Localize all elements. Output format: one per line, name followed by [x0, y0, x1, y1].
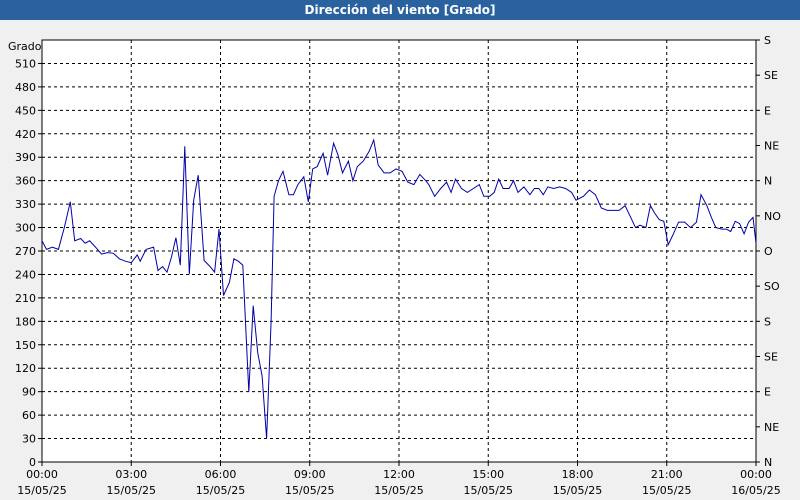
chart-title: Dirección del viento [Grado]	[0, 0, 800, 20]
x-tick-time: 00:00	[740, 468, 772, 481]
y-tick-label: 330	[15, 198, 36, 211]
x-tick-date: 15/05/25	[107, 484, 156, 497]
y-tick-label: 270	[15, 245, 36, 258]
y-tick-label: 510	[15, 57, 36, 70]
x-tick-time: 21:00	[651, 468, 683, 481]
y-axis-ticks: 0306090120150180210240270300330360390420…	[15, 57, 42, 469]
y-tick-label: 300	[15, 222, 36, 235]
right-tick-label: N	[764, 175, 772, 188]
right-axis-ticks: NNEESESSOONONNEESES	[756, 34, 781, 469]
right-tick-label: SO	[764, 280, 780, 293]
right-tick-label: E	[764, 386, 771, 399]
y-tick-label: 210	[15, 292, 36, 305]
x-tick-time: 06:00	[205, 468, 237, 481]
x-tick-date: 15/05/25	[464, 484, 513, 497]
right-tick-label: E	[764, 104, 771, 117]
right-tick-label: SE	[764, 351, 778, 364]
x-tick-date: 15/05/25	[553, 484, 602, 497]
right-tick-label: NE	[764, 140, 779, 153]
right-tick-label: SE	[764, 69, 778, 82]
right-tick-label: NE	[764, 421, 779, 434]
y-tick-label: 480	[15, 81, 36, 94]
x-tick-date: 15/05/25	[374, 484, 423, 497]
y-tick-label: 180	[15, 315, 36, 328]
x-tick-time: 00:00	[26, 468, 58, 481]
x-tick-date: 15/05/25	[17, 484, 66, 497]
right-tick-label: S	[764, 315, 771, 328]
x-tick-time: 09:00	[294, 468, 326, 481]
y-tick-label: 390	[15, 151, 36, 164]
right-tick-label: NO	[764, 210, 781, 223]
x-tick-time: 03:00	[115, 468, 147, 481]
x-tick-date: 16/05/25	[731, 484, 780, 497]
x-tick-date: 15/05/25	[642, 484, 691, 497]
y-tick-label: 360	[15, 175, 36, 188]
x-tick-time: 15:00	[472, 468, 504, 481]
right-tick-label: O	[764, 245, 773, 258]
wind-direction-chart: Grado 0306090120150180210240270300330360…	[8, 34, 781, 497]
right-tick-label: S	[764, 34, 771, 47]
y-tick-label: 60	[22, 409, 36, 422]
x-tick-time: 12:00	[383, 468, 415, 481]
x-axis-ticks: 00:00 15/05/25 03:00 15/05/25 06:00 15/05/25 0…	[17, 462, 781, 497]
y-tick-label: 420	[15, 128, 36, 141]
y-tick-label: 30	[22, 433, 36, 446]
y-tick-label: 450	[15, 104, 36, 117]
x-tick-date: 15/05/25	[285, 484, 334, 497]
y-axis-label: Grado	[8, 40, 42, 53]
x-tick-time: 18:00	[562, 468, 594, 481]
x-tick-date: 15/05/25	[196, 484, 245, 497]
y-tick-label: 90	[22, 386, 36, 399]
y-tick-label: 240	[15, 268, 36, 281]
y-tick-label: 150	[15, 339, 36, 352]
y-tick-label: 120	[15, 362, 36, 375]
